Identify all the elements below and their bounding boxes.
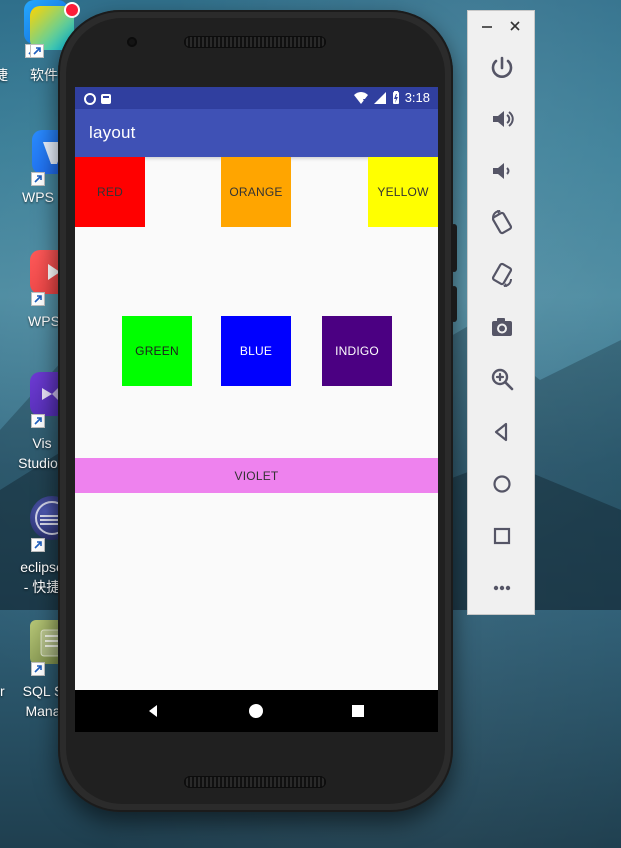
app-bar: layout <box>75 109 438 157</box>
volume-up-icon[interactable] <box>487 104 517 134</box>
back-icon[interactable] <box>487 417 517 447</box>
orange-label: ORANGE <box>229 185 283 199</box>
zoom-icon[interactable] <box>487 364 517 394</box>
status-right: 3:18 <box>353 90 430 106</box>
nav-home-icon[interactable] <box>246 701 266 721</box>
red-label: RED <box>97 185 123 199</box>
rotate-left-icon[interactable] <box>487 208 517 238</box>
navigation-bar <box>75 690 438 732</box>
phone-screen: 3:18 layout RED ORANGE YELLOW GREEN BLUE <box>75 87 438 732</box>
yellow-label: YELLOW <box>377 185 429 199</box>
power-icon[interactable] <box>487 53 517 83</box>
emulator-control-panel <box>467 10 535 615</box>
side-button-bottom <box>451 286 457 322</box>
shortcut-arrow-icon <box>30 44 44 58</box>
battery-icon <box>392 91 399 104</box>
more-icon[interactable] <box>487 573 517 603</box>
side-button-top <box>451 224 457 272</box>
shortcut-arrow-icon <box>31 292 45 306</box>
home-icon[interactable] <box>487 469 517 499</box>
green-label: GREEN <box>135 344 179 358</box>
close-icon[interactable] <box>506 17 524 35</box>
violet-bar[interactable]: VIOLET <box>75 458 438 493</box>
rotate-right-icon[interactable] <box>487 259 517 289</box>
shortcut-arrow-icon <box>31 414 45 428</box>
red-box[interactable]: RED <box>75 157 145 227</box>
android-phone-frame: 3:18 layout RED ORANGE YELLOW GREEN BLUE <box>58 10 457 812</box>
status-sd-icon <box>101 94 111 104</box>
shortcut-arrow-icon <box>31 538 45 552</box>
notification-badge <box>66 4 78 16</box>
violet-label: VIOLET <box>234 468 279 483</box>
app-title: layout <box>89 123 136 142</box>
shortcut-arrow-icon <box>31 662 45 676</box>
status-left-icons <box>83 91 117 105</box>
layout-content: RED ORANGE YELLOW GREEN BLUE INDIGO VIOL… <box>75 157 438 690</box>
indigo-box[interactable]: INDIGO <box>322 316 392 386</box>
nav-back-icon[interactable] <box>143 701 163 721</box>
status-circle-icon <box>84 93 96 105</box>
indigo-label: INDIGO <box>335 344 379 358</box>
orange-box[interactable]: ORANGE <box>221 157 291 227</box>
signal-icon <box>373 92 386 104</box>
minimize-icon[interactable] <box>478 17 496 35</box>
panel-window-controls <box>468 11 534 41</box>
nav-overview-icon[interactable] <box>348 701 368 721</box>
status-bar: 3:18 <box>75 87 438 109</box>
top-speaker-grill <box>184 36 326 48</box>
front-camera-icon <box>127 37 137 47</box>
overview-icon[interactable] <box>487 521 517 551</box>
blue-label: BLUE <box>239 344 273 358</box>
camera-icon[interactable] <box>487 312 517 342</box>
blue-box[interactable]: BLUE <box>221 316 291 386</box>
status-time: 3:18 <box>404 90 430 105</box>
wifi-icon <box>353 92 368 104</box>
green-box[interactable]: GREEN <box>122 316 192 386</box>
bottom-speaker-grill <box>184 776 326 788</box>
volume-down-icon[interactable] <box>487 156 517 186</box>
yellow-box[interactable]: YELLOW <box>368 157 438 227</box>
shortcut-arrow-icon <box>31 172 45 186</box>
